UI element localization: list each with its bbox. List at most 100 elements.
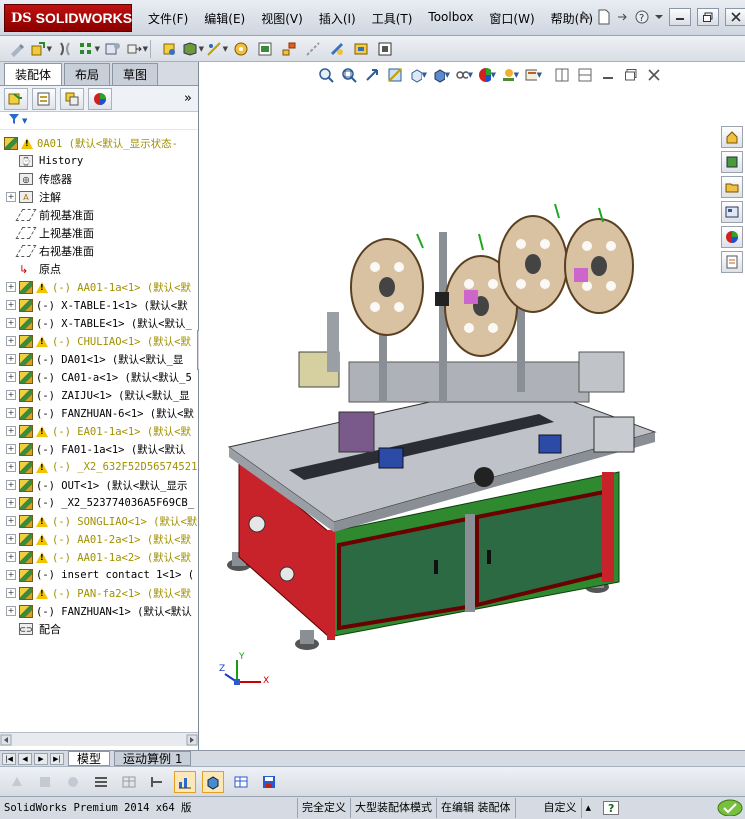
tree-item-plane[interactable]: 上视基准面 [0, 224, 198, 242]
pin-icon[interactable] [577, 10, 591, 24]
tree-item-sensor[interactable]: ◎ 传感器 [0, 170, 198, 188]
tree-component-item[interactable]: + (-) AA01-2a<1> (默认<默 [0, 530, 198, 548]
tree-component-item[interactable]: + (-) DA01<1> (默认<默认_显 [0, 350, 198, 368]
tree-component-item[interactable]: + (-) X-TABLE-1<1> (默认<默 [0, 296, 198, 314]
expand-toggle-icon[interactable]: + [6, 462, 16, 472]
last-tab-icon[interactable]: ▶| [50, 752, 64, 765]
status-units-custom[interactable]: 自定义 [516, 798, 582, 818]
tab-sketch[interactable]: 草图 [112, 63, 159, 85]
show-hidden-components-icon[interactable] [158, 39, 180, 59]
new-motion-study-icon[interactable] [230, 39, 252, 59]
tab-model[interactable]: 模型 [68, 751, 111, 766]
dropdown-icon[interactable] [655, 14, 663, 20]
tree-component-item[interactable]: + (-) EA01-1a<1> (默认<默 [0, 422, 198, 440]
list-view-icon[interactable] [90, 771, 112, 793]
expand-toggle-icon[interactable]: + [6, 282, 16, 292]
expand-toggle-icon[interactable]: + [6, 408, 16, 418]
expand-toggle-icon[interactable]: + [6, 480, 16, 490]
tree-component-item[interactable]: + (-) PAN-fa2<1> (默认<默 [0, 584, 198, 602]
tree-filter[interactable]: ▼ [0, 112, 198, 130]
tree-item-root[interactable]: 0A01 (默认<默认_显示状态- [0, 134, 198, 152]
tree-component-item[interactable]: + (-) insert contact 1<1> ( [0, 566, 198, 584]
smart-fasteners-icon[interactable] [102, 39, 124, 59]
tree-component-item[interactable]: + (-) SONGLIAO<1> (默认<默 [0, 512, 198, 530]
move-component-icon[interactable]: ▼ [126, 39, 148, 59]
save-icon[interactable] [258, 771, 280, 793]
expand-toggle-icon[interactable]: + [6, 354, 16, 364]
box-select-icon[interactable] [202, 770, 224, 793]
expand-toggle-icon[interactable]: + [6, 426, 16, 436]
menu-tools[interactable]: 工具(T) [364, 9, 421, 28]
menu-view[interactable]: 视图(V) [253, 9, 311, 28]
expand-toggle-icon[interactable]: + [6, 552, 16, 562]
display-manager-icon[interactable] [88, 87, 112, 110]
grid-view-icon[interactable] [230, 771, 252, 793]
menu-file[interactable]: 文件(F) [140, 9, 196, 28]
interference-detection-icon[interactable] [326, 39, 348, 59]
tree-item-origin[interactable]: ↳ 原点 [0, 260, 198, 278]
tree-component-item[interactable]: + (-) CA01-a<1> (默认<默认_5 [0, 368, 198, 386]
rebuild-icon[interactable] [6, 771, 28, 793]
expand-toggle-icon[interactable]: + [6, 318, 16, 328]
minimize-icon[interactable] [669, 8, 691, 26]
tree-item-history[interactable]: ⌚ History [0, 152, 198, 170]
bill-of-materials-icon[interactable] [254, 39, 276, 59]
prev-tab-icon[interactable]: ◀ [18, 752, 32, 765]
expand-toggle-icon[interactable]: + [6, 192, 16, 202]
menu-toolbox[interactable]: Toolbox [420, 9, 481, 28]
explode-line-sketch-icon[interactable] [302, 39, 324, 59]
mate-icon[interactable] [54, 39, 76, 59]
restore-icon[interactable] [697, 8, 719, 26]
reference-geometry-icon[interactable]: ▼ [206, 39, 228, 59]
linear-pattern-icon[interactable]: ▼ [78, 39, 100, 59]
tree-component-item[interactable]: + (-) _X2_523774036A5F69CB_ [0, 494, 198, 512]
tab-motion-study[interactable]: 运动算例 1 [114, 751, 192, 766]
tree-component-item[interactable]: + (-) AA01-1a<2> (默认<默 [0, 548, 198, 566]
tree-component-item[interactable]: + (-) _X2_632F52D56574521 [0, 458, 198, 476]
expand-toggle-icon[interactable]: + [6, 336, 16, 346]
tree-component-item[interactable]: + (-) FANZHUAN-6<1> (默认<默 [0, 404, 198, 422]
arrow-expand-icon[interactable] [617, 12, 629, 22]
table-view-icon[interactable] [118, 771, 140, 793]
tree-item-plane[interactable]: 前视基准面 [0, 206, 198, 224]
edit-component-icon[interactable] [6, 39, 28, 59]
expand-toggle-icon[interactable]: + [6, 516, 16, 526]
expand-toggle-icon[interactable]: + [6, 534, 16, 544]
units-dropdown-icon[interactable]: ▴ [582, 798, 596, 818]
feature-tree-icon[interactable] [4, 87, 28, 110]
expand-toggle-icon[interactable]: + [6, 444, 16, 454]
close-icon[interactable] [725, 8, 745, 26]
expand-toggle-icon[interactable]: + [6, 570, 16, 580]
first-tab-icon[interactable]: |◀ [2, 752, 16, 765]
expand-toggle-icon[interactable]: + [6, 372, 16, 382]
tree-horizontal-scrollbar[interactable] [0, 732, 198, 746]
clearance-verification-icon[interactable] [350, 39, 372, 59]
rebuild-status-icon[interactable] [717, 798, 743, 819]
assembly-features-icon[interactable]: ▼ [182, 39, 204, 59]
expand-toggle-icon[interactable]: + [6, 390, 16, 400]
tree-component-item[interactable]: + (-) FANZHUAN<1> (默认<默认 [0, 602, 198, 620]
configuration-manager-icon[interactable] [60, 87, 84, 110]
tree-component-item[interactable]: + (-) X-TABLE<1> (默认<默认_ [0, 314, 198, 332]
component-display-icon[interactable] [34, 771, 56, 793]
tree-component-item[interactable]: + (-) ZAIJU<1> (默认<默认_显 [0, 386, 198, 404]
status-help-button[interactable]: ? [603, 801, 620, 815]
tree-item-plane[interactable]: 右视基准面 [0, 242, 198, 260]
menu-edit[interactable]: 编辑(E) [196, 9, 253, 28]
tree-item-mates[interactable]: ⊂⊃ 配合 [0, 620, 198, 638]
tree-component-item[interactable]: + (-) OUT<1> (默认<默认_显示 [0, 476, 198, 494]
exploded-view-icon[interactable] [278, 39, 300, 59]
tree-component-item[interactable]: + (-) CHULIAO<1> (默认<默 [0, 332, 198, 350]
property-manager-icon[interactable] [32, 87, 56, 110]
align-icon[interactable] [146, 771, 168, 793]
tab-assembly[interactable]: 装配体 [4, 63, 63, 85]
menu-insert[interactable]: 插入(I) [311, 9, 364, 28]
expand-toggle-icon[interactable]: + [6, 588, 16, 598]
graphics-area[interactable]: ▼ ▼ ▼ ▼ ▼ ▼ X Y Z [199, 62, 745, 750]
expand-toggle-icon[interactable]: + [6, 498, 16, 508]
expand-toggle-icon[interactable]: + [6, 606, 16, 616]
tab-layout[interactable]: 布局 [64, 63, 111, 85]
expand-toggle-icon[interactable]: + [6, 300, 16, 310]
menu-window[interactable]: 窗口(W) [481, 9, 542, 28]
insert-component-icon[interactable]: ▼ [30, 39, 52, 59]
